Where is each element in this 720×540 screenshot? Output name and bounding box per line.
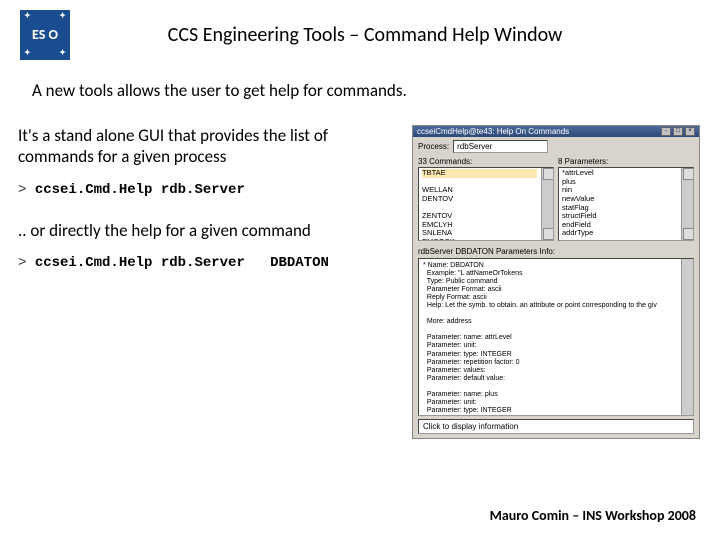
command-text: ccsei.Cmd.Help rdb.Server — [35, 182, 245, 198]
scrollbar[interactable] — [541, 168, 553, 240]
list-item[interactable]: addrType — [562, 229, 677, 238]
command-text: ccsei.Cmd.Help rdb.Server — [35, 255, 245, 271]
window-titlebar: ccseiCmdHelp@te43: Help On Commands - □ … — [413, 126, 699, 137]
info-line: * Name: DBDATON — [423, 262, 677, 270]
info-line: Parameter: unit: — [423, 342, 677, 350]
info-line: Parameter: repetition factor: 0 — [423, 415, 677, 416]
list-item[interactable]: EMCOCK — [422, 238, 537, 241]
paragraph-1: It's a stand alone GUI that provides the… — [18, 125, 402, 168]
info-line — [423, 383, 677, 391]
command-example-1: > ccsei.Cmd.Help rdb.Server — [18, 182, 402, 198]
info-line: Parameter: unit: — [423, 399, 677, 407]
info-line: Help: Let the symb. to obtain. an attrib… — [423, 302, 677, 310]
logo-text: ES O — [32, 27, 58, 42]
info-line: Parameter: type: INTEGER — [423, 351, 677, 359]
info-line: Parameter: name: attrLevel — [423, 334, 677, 342]
intro-text: A new tools allows the user to get help … — [32, 80, 700, 101]
eso-logo: ES O ✦ ✦ ✦ ✦ — [20, 10, 70, 60]
info-header: rdbServer DBDATON Parameters Info: — [413, 245, 699, 256]
footer-credit: Mauro Comin – INS Workshop 2008 — [490, 507, 696, 524]
list-item[interactable]: DENTOV — [422, 195, 537, 204]
list-item[interactable]: TBTAE — [422, 169, 537, 178]
info-line: More: address — [423, 318, 677, 326]
command-example-2: > ccsei.Cmd.Help rdb.Server DBDATON — [18, 255, 402, 271]
commands-listbox[interactable]: TBTAE WELLANDENTOV ZENTOVEMCLYHSNLENAEMC… — [418, 167, 554, 241]
list-item[interactable]: plus — [562, 178, 677, 187]
info-line — [423, 310, 677, 318]
slide-title: CCS Engineering Tools – Command Help Win… — [70, 23, 700, 47]
info-line: Parameter: type: INTEGER — [423, 407, 677, 415]
info-line: Example: "L attNameOrTokens — [423, 270, 677, 278]
info-textbox[interactable]: * Name: DBDATON Example: "L attNameOrTok… — [418, 258, 694, 416]
params-listbox[interactable]: *attrLevelplusninnewValuestatFlagstructF… — [558, 167, 694, 241]
paragraph-2: .. or directly the help for a given comm… — [18, 220, 402, 241]
info-line: Parameter Format: ascii — [423, 286, 677, 294]
info-line: Type: Public command — [423, 278, 677, 286]
close-icon[interactable]: × — [685, 127, 695, 136]
params-header: 8 Parameters: — [558, 156, 694, 167]
maximize-icon[interactable]: □ — [673, 127, 683, 136]
process-label: Process: — [418, 142, 449, 151]
prompt: > — [18, 255, 26, 271]
info-line: Parameter: repetition factor: 0 — [423, 359, 677, 367]
prompt: > — [18, 182, 26, 198]
info-line — [423, 326, 677, 334]
status-bar: Click to display information — [418, 419, 694, 434]
scrollbar[interactable] — [681, 259, 693, 415]
minimize-icon[interactable]: - — [661, 127, 671, 136]
process-input[interactable]: rdbServer — [453, 140, 548, 153]
window-title: ccseiCmdHelp@te43: Help On Commands — [417, 127, 569, 136]
info-line: Parameter: default value: — [423, 375, 677, 383]
info-line: Reply Format: ascii — [423, 294, 677, 302]
app-screenshot: ccseiCmdHelp@te43: Help On Commands - □ … — [412, 125, 700, 439]
info-line: Parameter: name: plus — [423, 391, 677, 399]
scrollbar[interactable] — [681, 168, 693, 240]
list-item[interactable]: *attrLevel — [562, 169, 677, 178]
commands-header: 33 Commands: — [418, 156, 554, 167]
command-arg: DBDATON — [270, 255, 329, 271]
info-line: Parameter: values: — [423, 367, 677, 375]
